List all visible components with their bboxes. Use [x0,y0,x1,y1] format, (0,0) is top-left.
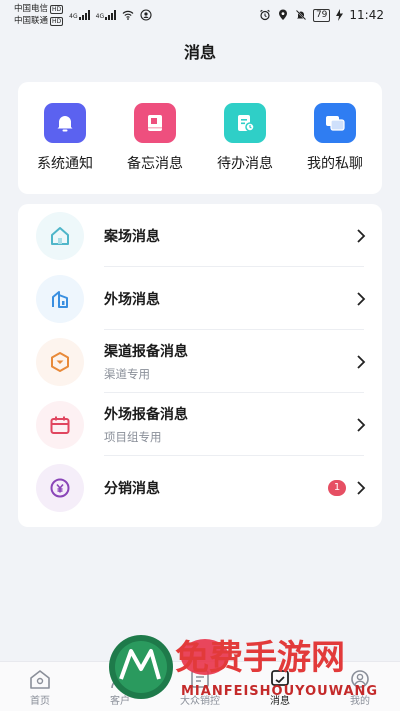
nav-profile[interactable]: 我的 [325,668,395,707]
chat-bubbles-icon [314,103,356,143]
message-row-title: 案场消息 [104,228,160,245]
page-title: 消息 [183,43,216,62]
unread-badge: 1 [328,479,346,496]
message-row-subtitle: 项目组专用 [104,430,162,444]
signal-icon: 4G [95,10,117,20]
bottom-nav: 首页 客户 大众销控 消息 我的 [0,661,400,711]
nav-label: 大众销控 [180,696,220,707]
message-row-distribution[interactable]: 分销消息 1 [18,456,382,519]
signal-icon: 4G [69,10,90,20]
message-row-title: 外场消息 [104,291,160,308]
yen-coin-icon [36,463,84,512]
status-bar: 中国电信 HD 中国联通 HD 4G 4G 79 11:42 [0,0,400,30]
nav-messages[interactable]: 消息 [245,668,315,707]
quick-action-label: 待办消息 [217,156,273,172]
todo-clipboard-icon [224,103,266,143]
chevron-right-icon [357,228,366,243]
network-type-1: 4G [69,13,78,20]
profile-icon [351,670,369,688]
bell-icon [44,103,86,143]
nav-customer[interactable]: 客户 [85,668,155,707]
quick-actions-card: 系统通知 备忘消息 待办消息 我的私聊 [18,82,382,194]
clock: 11:42 [349,8,384,22]
message-row-outfield[interactable]: 外场消息 [18,267,382,330]
nav-label: 客户 [110,696,130,707]
quick-action-label: 备忘消息 [127,156,183,172]
nav-home[interactable]: 首页 [5,668,75,707]
chevron-right-icon [357,480,366,495]
carrier-1-name: 中国电信 [14,4,49,14]
quick-action-private-chat[interactable]: 我的私聊 [292,103,378,173]
message-list: 案场消息 外场消息 渠道报备消息 渠道专用 外场报备消息 项目组专用 分销消息 … [18,204,382,527]
message-row-channel-report[interactable]: 渠道报备消息 渠道专用 [18,330,382,393]
message-row-onsite[interactable]: 案场消息 [18,204,382,267]
battery-level: 79 [312,8,331,22]
message-row-subtitle: 渠道专用 [104,367,150,381]
chevron-right-icon [357,291,366,306]
carrier-info: 中国电信 HD 中国联通 HD [14,3,64,27]
quick-action-system-notice[interactable]: 系统通知 [22,103,108,173]
carrier-2-name: 中国联通 [14,16,49,26]
message-row-title: 渠道报备消息 [104,344,188,360]
memo-book-icon [134,103,176,143]
message-row-title: 外场报备消息 [104,407,188,423]
nav-label: 消息 [270,696,290,707]
network-type-2: 4G [95,13,105,20]
status-left: 中国电信 HD 中国联通 HD 4G 4G [14,3,152,27]
hd-badge: HD [50,16,64,26]
message-row-title: 分销消息 [104,480,160,497]
location-icon [278,9,287,20]
nav-sales-control[interactable]: 大众销控 [165,668,235,707]
sales-control-icon [191,670,209,688]
message-icon [271,670,289,686]
charging-icon [336,9,344,21]
quick-action-label: 系统通知 [37,156,93,172]
building-icon [36,274,84,323]
hd-badge: HD [50,4,64,14]
chevron-right-icon [357,417,366,432]
status-right: 79 11:42 [259,8,384,22]
calendar-icon [36,400,84,449]
nav-label: 首页 [30,696,50,707]
wifi-icon [122,10,134,20]
chevron-right-icon [357,354,366,369]
home-icon [36,211,84,260]
quick-action-label: 我的私聊 [307,156,363,172]
message-row-outfield-report[interactable]: 外场报备消息 项目组专用 [18,393,382,456]
customer-icon [111,670,129,689]
alarm-icon [260,9,270,21]
mute-bell-icon [295,9,307,21]
nav-label: 我的 [350,696,370,707]
vpn-icon [140,9,152,21]
hexagon-down-icon [36,337,84,386]
quick-action-memo[interactable]: 备忘消息 [112,103,198,173]
home-outline-icon [30,670,50,689]
quick-action-todo[interactable]: 待办消息 [202,103,288,173]
